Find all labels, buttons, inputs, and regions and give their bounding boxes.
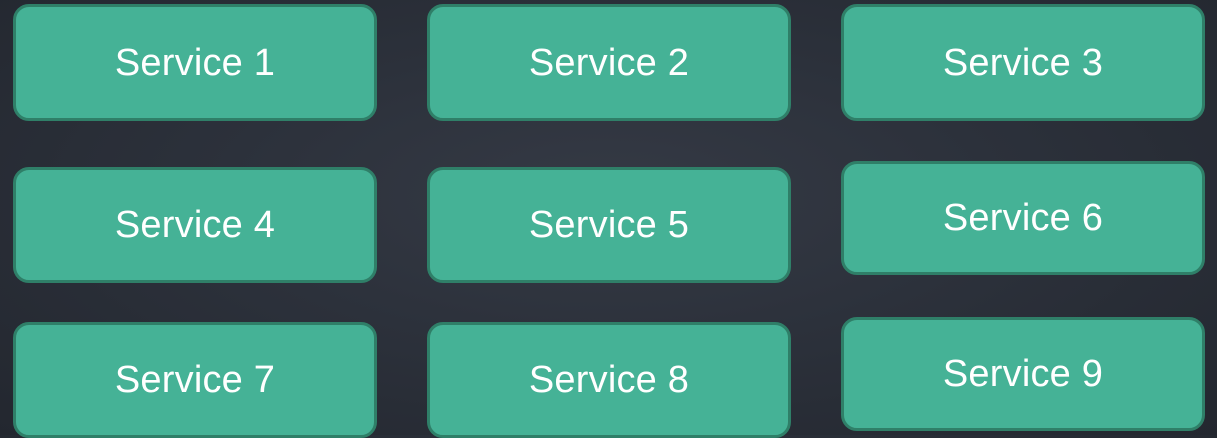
service-label: Service 1 [114,41,276,84]
service-label: Service 7 [114,359,276,401]
service-box-5[interactable]: Service 5 [427,167,791,283]
service-label: Service 8 [528,359,690,401]
service-label: Service 4 [114,204,276,246]
service-box-4[interactable]: Service 4 [13,167,377,283]
service-label: Service 3 [942,41,1104,84]
service-grid: Service 1 Service 2 Service 3 Service 4 … [0,0,1217,438]
service-label: Service 9 [942,353,1104,395]
service-box-1[interactable]: Service 1 [13,4,377,121]
service-box-7[interactable]: Service 7 [13,322,377,438]
service-box-9[interactable]: Service 9 [841,317,1205,431]
service-label: Service 6 [942,197,1104,239]
service-label: Service 2 [528,41,690,84]
service-box-8[interactable]: Service 8 [427,322,791,438]
service-box-2[interactable]: Service 2 [427,4,791,121]
service-box-3[interactable]: Service 3 [841,4,1205,121]
service-label: Service 5 [528,204,690,246]
service-box-6[interactable]: Service 6 [841,161,1205,275]
